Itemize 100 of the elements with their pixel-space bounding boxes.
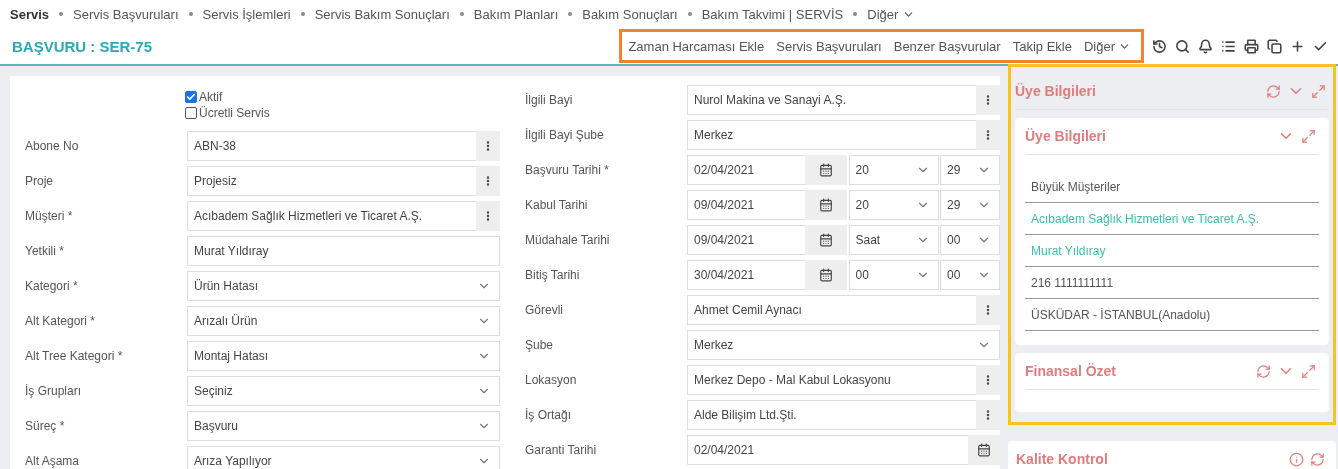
nav-link[interactable]: Servis: [10, 6, 50, 22]
field-label: Alt Kategori *: [25, 313, 97, 328]
date-field[interactable]: 09/04/2021: [687, 189, 847, 220]
page-title: BAŞVURU : SER-75: [12, 37, 154, 55]
select-field[interactable]: Arıza Yapılıyor: [187, 445, 500, 469]
more-button[interactable]: [976, 294, 1000, 325]
field-label: Başvuru Tarihi *: [525, 162, 610, 177]
hour-select[interactable]: 20: [848, 189, 939, 220]
field-label: Proje: [25, 173, 54, 188]
hour-select[interactable]: 20: [848, 154, 939, 185]
action-link[interactable]: Servis Başvuruları: [776, 38, 882, 54]
separator-dot: [853, 12, 858, 16]
field-label: Garanti Tarihi: [525, 442, 598, 457]
separator-dot: [59, 12, 64, 16]
list-icon[interactable]: [1221, 38, 1236, 54]
action-link[interactable]: Benzer Başvurular: [893, 38, 1001, 54]
checkbox[interactable]: [185, 107, 197, 119]
select-field[interactable]: Başvuru: [187, 410, 500, 441]
action-link[interactable]: Diğer: [1083, 38, 1131, 54]
nav-link[interactable]: Servis İşlemleri: [202, 6, 291, 22]
refresh-icon[interactable]: [1256, 363, 1271, 379]
calendar-button[interactable]: [805, 259, 847, 290]
lookup-field[interactable]: Projesiz: [187, 165, 500, 196]
info-icon[interactable]: [1289, 451, 1304, 467]
nav-link[interactable]: Bakım Sonuçları: [582, 6, 678, 22]
plus-icon[interactable]: [1290, 38, 1305, 54]
search-icon[interactable]: [1175, 38, 1190, 54]
bell-icon[interactable]: [1198, 38, 1213, 54]
date-field[interactable]: 09/04/2021: [687, 224, 847, 255]
panel-title: Üye Bilgileri: [1015, 83, 1097, 99]
calendar-icon: [977, 442, 991, 457]
expand-icon[interactable]: [1311, 83, 1326, 99]
minute-select[interactable]: 00: [940, 259, 1000, 290]
minute-select[interactable]: 29: [940, 189, 1000, 220]
printer-icon[interactable]: [1244, 38, 1259, 54]
more-button[interactable]: [476, 200, 500, 231]
expand-icon[interactable]: [1301, 363, 1316, 379]
info-text: ÜSKÜDAR - İSTANBUL(Anadolu): [1025, 299, 1319, 331]
nav-link[interactable]: Bakım Planları: [473, 6, 559, 22]
calendar-button[interactable]: [805, 189, 847, 220]
separator-dot: [188, 12, 193, 16]
calendar-button[interactable]: [968, 434, 1000, 465]
hour-select[interactable]: 00: [848, 259, 939, 290]
more-button[interactable]: [976, 364, 1000, 395]
more-button[interactable]: [476, 130, 500, 161]
action-link[interactable]: Zaman Harcaması Ekle: [628, 38, 765, 54]
field-label: Bitiş Tarihi: [525, 267, 581, 282]
date-field[interactable]: 02/04/2021: [687, 154, 847, 185]
calendar-button[interactable]: [805, 224, 847, 255]
lookup-field[interactable]: Ahmet Cemil Aynacı: [687, 294, 1000, 325]
nav-link[interactable]: Bakım Takvimi | SERVİS: [701, 6, 844, 22]
field-label: Alt Tree Kategori *: [25, 348, 124, 363]
refresh-icon[interactable]: [1266, 83, 1281, 99]
field-label: Müdahale Tarihi: [525, 232, 611, 247]
lookup-field[interactable]: Merkez: [687, 119, 1000, 150]
history-icon[interactable]: [1152, 38, 1167, 54]
separator-dot: [300, 12, 305, 16]
select-field[interactable]: Montaj Hatası: [187, 340, 500, 371]
field-label: İlgili Bayi Şube: [525, 127, 605, 142]
field-label: Müşteri *: [25, 208, 74, 223]
calendar-button[interactable]: [805, 154, 847, 185]
calendar-icon: [819, 197, 833, 212]
select-field[interactable]: Seçiniz: [187, 375, 500, 406]
more-button[interactable]: [976, 119, 1000, 150]
field-label: Görevli: [525, 302, 564, 317]
lookup-field[interactable]: Acıbadem Sağlık Hizmetleri ve Ticaret A.Ş.: [187, 200, 500, 231]
separator-dot: [459, 12, 464, 16]
card-title: Üye Bilgileri: [1025, 128, 1107, 144]
checkbox-label: Aktif: [199, 90, 223, 104]
lookup-field[interactable]: Nurol Makina ve Sanayi A.Ş.: [687, 84, 1000, 115]
select-field[interactable]: Merkez: [687, 329, 1000, 360]
more-button[interactable]: [476, 165, 500, 196]
card-title: Finansal Özet: [1025, 363, 1118, 379]
lookup-field[interactable]: ABN-38: [187, 130, 500, 161]
more-button[interactable]: [976, 84, 1000, 115]
action-link[interactable]: Takip Ekle: [1012, 38, 1072, 54]
lookup-field[interactable]: Merkez Depo - Mal Kabul Lokasyonu: [687, 364, 1000, 395]
date-field[interactable]: 02/04/2021: [687, 434, 1000, 465]
lookup-field[interactable]: Alde Bilişim Ltd.Şti.: [687, 399, 1000, 430]
calendar-icon: [819, 267, 833, 282]
copy-icon[interactable]: [1267, 38, 1282, 54]
more-button[interactable]: [976, 399, 1000, 430]
input-field[interactable]: Murat Yıldıray: [187, 235, 500, 266]
minute-select[interactable]: 29: [940, 154, 1000, 185]
field-label: Şube: [525, 337, 555, 352]
minute-select[interactable]: 00: [940, 224, 1000, 255]
select-field[interactable]: Arızalı Ürün: [187, 305, 500, 336]
nav-link[interactable]: Diğer: [867, 6, 916, 22]
field-label: Alt Aşama: [25, 453, 81, 468]
date-field[interactable]: 30/04/2021: [687, 259, 847, 290]
field-label: Yetkili *: [25, 243, 65, 258]
info-text: Büyük Müşteriler: [1025, 171, 1319, 203]
select-field[interactable]: Ürün Hatası: [187, 270, 500, 301]
expand-icon[interactable]: [1301, 128, 1316, 144]
nav-link[interactable]: Servis Bakım Sonuçları: [314, 6, 450, 22]
refresh-icon[interactable]: [1310, 451, 1325, 467]
nav-link[interactable]: Servis Başvuruları: [73, 6, 179, 22]
field-label: İş Ortağı: [525, 407, 572, 422]
hour-select[interactable]: Saat: [848, 224, 939, 255]
checkbox[interactable]: [185, 91, 197, 103]
